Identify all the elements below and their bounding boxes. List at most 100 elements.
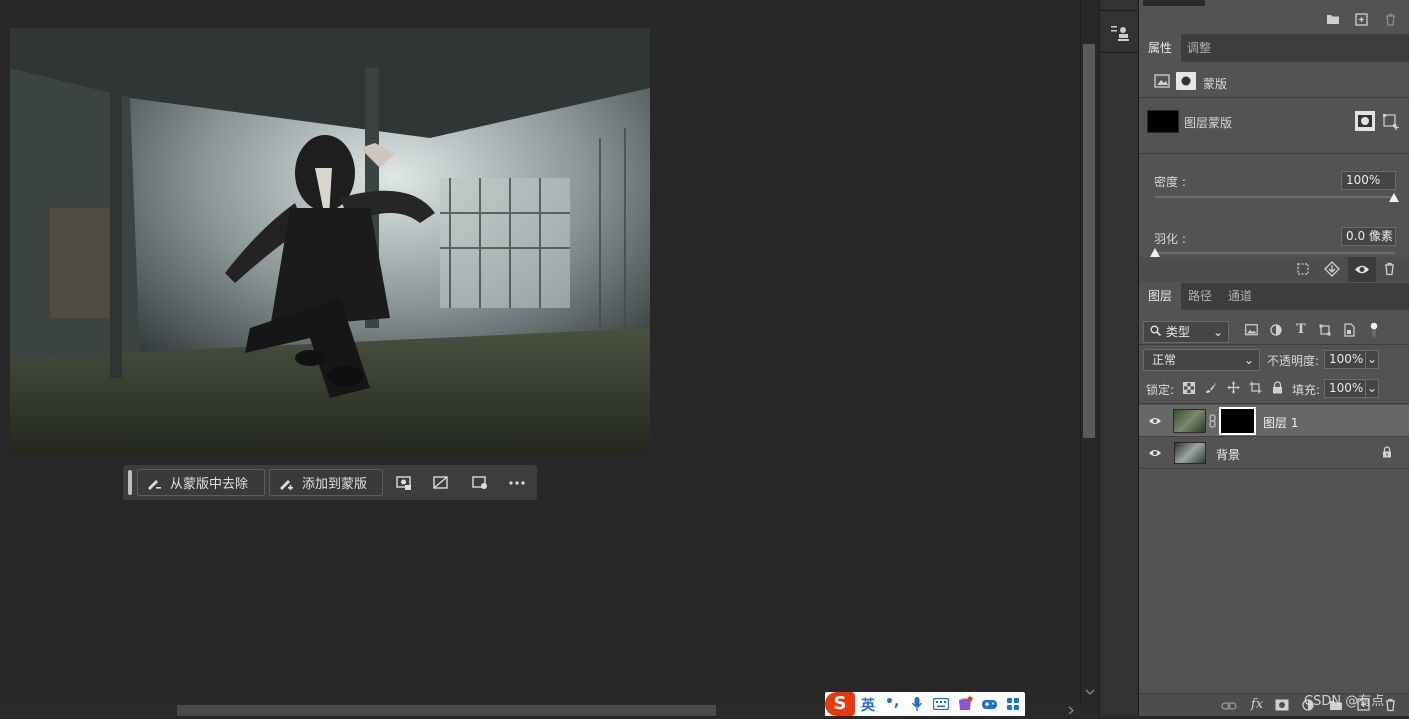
blend-mode-select[interactable]: 正常 ⌄ xyxy=(1143,349,1260,371)
clone-source-button[interactable] xyxy=(1109,22,1131,44)
scroll-down-arrow[interactable] xyxy=(1084,686,1096,696)
opacity-field[interactable]: 100% xyxy=(1324,350,1366,369)
add-to-mask-button[interactable]: 添加到蒙版 xyxy=(269,469,383,496)
filter-pixel-button[interactable] xyxy=(1245,324,1258,336)
lock-image-pixels-button[interactable] xyxy=(1205,381,1218,394)
load-selection-button[interactable] xyxy=(1296,262,1310,276)
image-icon xyxy=(1245,324,1258,336)
mask-icon xyxy=(1275,699,1289,711)
feather-slider-handle[interactable] xyxy=(1150,248,1160,257)
tab-channels[interactable]: 通道 xyxy=(1219,283,1261,310)
tab-properties[interactable]: 属性 xyxy=(1139,34,1182,62)
layer-name[interactable]: 图层 1 xyxy=(1263,414,1298,431)
right-panel-dock: 属性 调整 蒙版 图层蒙版 密度 : 100% 羽化 : 0.0 像素 图层 路… xyxy=(1139,0,1409,716)
gamepad-icon xyxy=(982,700,997,709)
density-field[interactable]: 100% xyxy=(1341,171,1396,190)
apply-mask-button[interactable] xyxy=(1324,261,1340,277)
layer-row-layer1[interactable]: 图层 1 xyxy=(1139,405,1409,437)
delete-layer-button[interactable] xyxy=(1384,698,1397,712)
layer-visibility-toggle[interactable] xyxy=(1148,415,1162,427)
smart-object-icon xyxy=(1344,323,1355,337)
ime-toolbox-button[interactable] xyxy=(1006,697,1020,711)
artboard-icon xyxy=(1249,381,1262,394)
lock-position-button[interactable] xyxy=(1227,381,1240,394)
layer-visibility-toggle[interactable] xyxy=(1148,447,1162,459)
more-options-button[interactable] xyxy=(507,473,527,493)
ime-voice-button[interactable] xyxy=(911,696,923,712)
filter-type-button[interactable]: T xyxy=(1294,322,1308,337)
filter-smart-object-button[interactable] xyxy=(1343,323,1355,337)
filter-shape-button[interactable] xyxy=(1319,324,1331,336)
feather-field[interactable]: 0.0 像素 xyxy=(1341,227,1396,246)
layer-filter-select[interactable]: 类型 ⌄ xyxy=(1143,321,1229,343)
add-vector-mask-button[interactable] xyxy=(1382,113,1400,131)
new-item-button[interactable] xyxy=(1355,13,1368,26)
delete-mask-button[interactable] xyxy=(1383,262,1396,276)
document-image[interactable] xyxy=(10,28,650,455)
chevron-down-icon: ⌄ xyxy=(1243,353,1254,367)
lock-artboard-button[interactable] xyxy=(1249,381,1262,394)
link-icon xyxy=(1209,414,1216,428)
ime-game-button[interactable] xyxy=(981,697,998,711)
filter-kind-label: 类型 xyxy=(1165,325,1190,339)
tab-layers[interactable]: 图层 xyxy=(1139,283,1182,310)
density-slider-handle[interactable] xyxy=(1389,193,1399,202)
lock-transparent-pixels-button[interactable] xyxy=(1183,382,1195,394)
mask-icon xyxy=(1181,76,1191,86)
strip-divider xyxy=(1100,52,1140,53)
layer-mask-toggle[interactable] xyxy=(1176,72,1196,90)
remove-from-mask-label: 从蒙版中去除 xyxy=(170,477,249,492)
opacity-label: 不透明度: xyxy=(1267,354,1320,368)
opacity-dropdown[interactable]: ⌄ xyxy=(1365,350,1379,369)
mask-overlay-button[interactable] xyxy=(394,473,414,493)
layer-thumbnail xyxy=(1173,409,1206,433)
tab-adjustments[interactable]: 调整 xyxy=(1178,34,1220,62)
add-mask-button[interactable] xyxy=(1275,699,1289,711)
mask-settings-button[interactable] xyxy=(470,473,490,493)
toggle-mask-visibility-button[interactable] xyxy=(1348,257,1376,282)
layers-tab-bar: 图层 路径 通道 xyxy=(1139,283,1409,310)
trash-icon xyxy=(1386,13,1395,26)
vertical-scroll-thumb[interactable] xyxy=(1083,44,1095,438)
ime-punctuation-icon[interactable]: •, xyxy=(885,694,899,710)
ime-keyboard-button[interactable] xyxy=(932,697,950,711)
new-group-button[interactable] xyxy=(1326,13,1340,25)
delete-button[interactable] xyxy=(1384,13,1397,26)
checkerboard-icon xyxy=(1183,382,1195,394)
text-icon: T xyxy=(1296,322,1306,337)
pixel-mask-button[interactable] xyxy=(1154,74,1170,88)
remove-from-mask-button[interactable]: 从蒙版中去除 xyxy=(137,469,265,496)
scroll-right-arrow[interactable] xyxy=(1066,705,1076,716)
feather-slider-track[interactable] xyxy=(1155,252,1395,254)
layer-name[interactable]: 背景 xyxy=(1216,446,1240,463)
horizontal-scroll-thumb[interactable] xyxy=(177,705,716,716)
filter-toggle-switch[interactable] xyxy=(1370,321,1378,339)
layer-row-background[interactable]: 背景 xyxy=(1139,437,1409,469)
mask-thumbnail xyxy=(1147,110,1179,133)
lock-all-button[interactable] xyxy=(1272,381,1283,394)
mask-link-button[interactable] xyxy=(1209,414,1216,428)
layer-mask-thumbnail[interactable] xyxy=(1219,407,1256,435)
layer-mask-label: 图层蒙版 xyxy=(1184,116,1233,130)
filter-adjustment-button[interactable] xyxy=(1270,324,1282,336)
select-pixel-mask-button[interactable] xyxy=(1355,111,1375,131)
divider xyxy=(1139,403,1409,404)
density-label: 密度 : xyxy=(1154,175,1186,189)
add-layer-style-button[interactable]: fx xyxy=(1249,697,1265,712)
abandoned-factory-photo xyxy=(10,28,650,455)
invert-mask-button[interactable] xyxy=(431,473,451,493)
lock-icon xyxy=(1273,381,1282,394)
chevron-right-icon xyxy=(1068,706,1074,715)
link-layers-button[interactable] xyxy=(1221,700,1237,710)
fill-dropdown[interactable]: ⌄ xyxy=(1365,379,1379,398)
ime-logo-icon[interactable]: S xyxy=(825,692,855,716)
task-bar-grip[interactable] xyxy=(128,470,132,495)
properties-header-label: 蒙版 xyxy=(1203,77,1228,91)
density-slider-track[interactable] xyxy=(1155,196,1395,198)
mask-task-bar: 从蒙版中去除 添加到蒙版 xyxy=(123,465,537,500)
tab-paths[interactable]: 路径 xyxy=(1179,283,1221,310)
ime-mode-toggle[interactable]: 英 xyxy=(861,695,875,715)
ime-skin-button[interactable] xyxy=(957,696,973,712)
more-icon xyxy=(509,481,525,485)
fill-field[interactable]: 100% xyxy=(1324,379,1366,398)
